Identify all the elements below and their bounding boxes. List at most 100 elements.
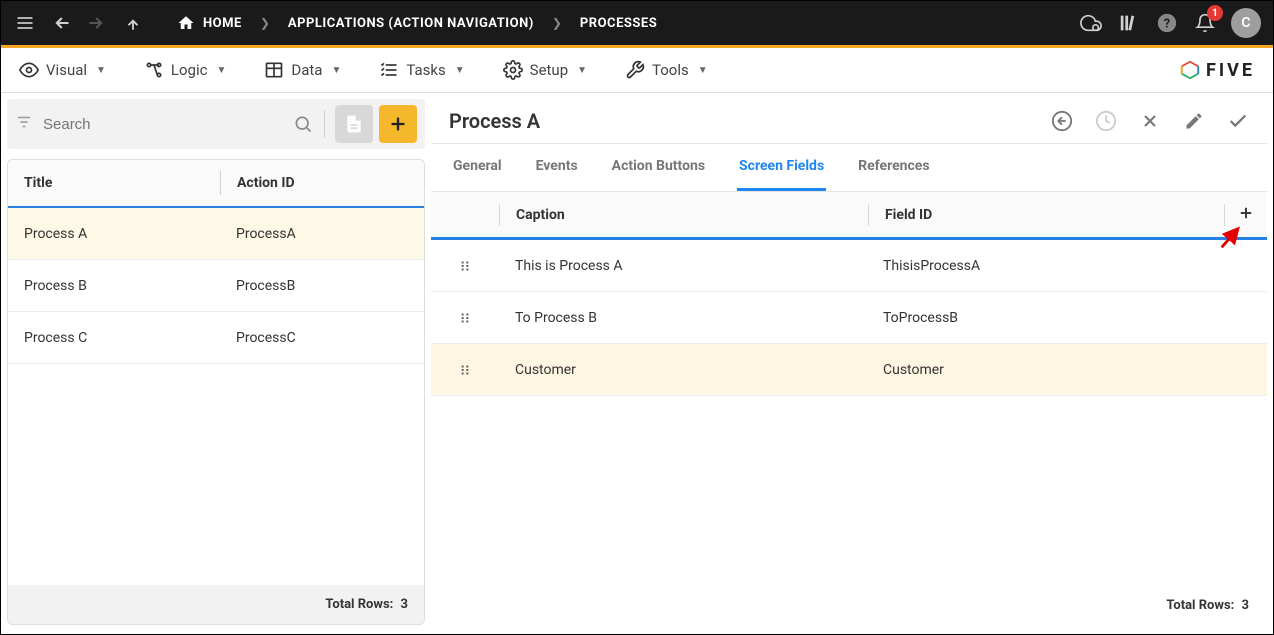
list-footer: Total Rows: 3 <box>8 585 424 624</box>
menu-setup[interactable]: Setup ▼ <box>503 60 587 80</box>
field-row[interactable]: To Process BToProcessB <box>431 292 1267 344</box>
chevron-right-icon: ❯ <box>552 16 562 30</box>
filter-icon[interactable] <box>15 113 33 135</box>
breadcrumb-label: HOME <box>203 16 242 31</box>
gear-icon <box>503 60 523 80</box>
list-header: Title Action ID <box>8 160 424 208</box>
cell-title: Process B <box>8 278 220 294</box>
menu-logic[interactable]: Logic ▼ <box>144 60 226 80</box>
chevron-down-icon: ▼ <box>455 65 465 76</box>
back-icon[interactable] <box>49 11 73 35</box>
tab-events[interactable]: Events <box>534 144 580 191</box>
menu-label: Tasks <box>406 61 445 79</box>
notifications-icon[interactable]: 1 <box>1193 11 1217 35</box>
tab-screen-fields[interactable]: Screen Fields <box>737 144 826 191</box>
chevron-right-icon: ❯ <box>260 16 270 30</box>
cell-field-id: ToProcessB <box>867 310 1267 326</box>
menu-label: Visual <box>46 61 87 79</box>
logo-icon <box>1179 59 1201 81</box>
cell-caption: This is Process A <box>499 258 867 274</box>
table-icon <box>264 60 284 80</box>
chevron-down-icon: ▼ <box>577 65 587 76</box>
search-row <box>7 99 425 149</box>
logic-icon <box>144 60 164 80</box>
hamburger-icon[interactable] <box>13 11 37 35</box>
add-button[interactable] <box>379 105 417 143</box>
avatar[interactable]: C <box>1231 8 1261 38</box>
tab-references[interactable]: References <box>856 144 931 191</box>
menu-label: Tools <box>652 61 689 79</box>
cell-caption: To Process B <box>499 310 867 326</box>
check-icon[interactable] <box>1227 110 1249 132</box>
chevron-down-icon: ▼ <box>331 65 341 76</box>
cell-action-id: ProcessA <box>220 226 424 242</box>
tab-general[interactable]: General <box>451 144 504 191</box>
column-caption[interactable]: Caption <box>500 207 868 223</box>
add-field-button[interactable] <box>1237 203 1255 227</box>
chevron-down-icon: ▼ <box>216 65 226 76</box>
drag-handle-icon[interactable] <box>431 311 499 325</box>
cell-field-id: Customer <box>867 362 1267 378</box>
chevron-down-icon: ▼ <box>698 65 708 76</box>
detail-panel: Process A GeneralEventsAction B <box>431 99 1267 625</box>
menu-label: Data <box>291 61 322 79</box>
breadcrumb-processes[interactable]: PROCESSES <box>580 16 657 31</box>
tab-action-buttons[interactable]: Action Buttons <box>610 144 707 191</box>
menu-label: Logic <box>171 61 208 79</box>
breadcrumb-label: PROCESSES <box>580 16 657 31</box>
drag-handle-icon[interactable] <box>431 363 499 377</box>
eye-icon <box>19 60 39 80</box>
breadcrumb-home[interactable]: HOME <box>177 14 242 32</box>
cell-title: Process A <box>8 226 220 242</box>
list-row[interactable]: Process CProcessC <box>8 312 424 364</box>
search-input[interactable] <box>43 116 288 133</box>
list-panel: Title Action ID Process AProcessAProcess… <box>7 99 425 625</box>
breadcrumb-applications[interactable]: APPLICATIONS (ACTION NAVIGATION) <box>288 16 534 31</box>
tasks-icon <box>379 60 399 80</box>
list-box: Title Action ID Process AProcessAProcess… <box>7 159 425 625</box>
menu-visual[interactable]: Visual ▼ <box>19 60 106 80</box>
list-row[interactable]: Process BProcessB <box>8 260 424 312</box>
svg-text:?: ? <box>1164 17 1170 32</box>
breadcrumb-label: APPLICATIONS (ACTION NAVIGATION) <box>288 16 534 31</box>
document-button[interactable] <box>335 105 373 143</box>
logo: FIVE <box>1179 59 1255 81</box>
cell-action-id: ProcessB <box>220 278 424 294</box>
library-icon[interactable] <box>1117 11 1141 35</box>
edit-icon[interactable] <box>1183 110 1205 132</box>
field-row[interactable]: This is Process AThisisProcessA <box>431 240 1267 292</box>
close-icon[interactable] <box>1139 110 1161 132</box>
menu-label: Setup <box>530 61 568 79</box>
notification-badge: 1 <box>1207 5 1223 21</box>
column-title[interactable]: Title <box>8 175 220 191</box>
list-row[interactable]: Process AProcessA <box>8 208 424 260</box>
drag-handle-icon[interactable] <box>431 259 499 273</box>
cell-action-id: ProcessC <box>220 330 424 346</box>
field-row[interactable]: CustomerCustomer <box>431 344 1267 396</box>
chevron-down-icon: ▼ <box>96 65 106 76</box>
home-icon <box>177 14 195 32</box>
menu-tools[interactable]: Tools ▼ <box>625 60 708 80</box>
forward-icon <box>85 11 109 35</box>
column-action-id[interactable]: Action ID <box>221 175 424 191</box>
cloud-sync-icon[interactable] <box>1079 11 1103 35</box>
plus-icon <box>1237 204 1255 222</box>
help-icon[interactable]: ? <box>1155 11 1179 35</box>
tools-icon <box>625 60 645 80</box>
up-icon[interactable] <box>121 11 145 35</box>
menu-data[interactable]: Data ▼ <box>264 60 341 80</box>
search-icon[interactable] <box>288 109 318 139</box>
detail-title: Process A <box>449 109 540 133</box>
cell-field-id: ThisisProcessA <box>867 258 1267 274</box>
menubar: Visual ▼ Logic ▼ Data ▼ Tasks ▼ Setup ▼ Tools… <box>1 48 1273 93</box>
column-field-id[interactable]: Field ID <box>869 207 1224 223</box>
topbar: HOME ❯ APPLICATIONS (ACTION NAVIGATION) … <box>1 1 1273 48</box>
history-icon <box>1095 110 1117 132</box>
cell-caption: Customer <box>499 362 867 378</box>
menu-tasks[interactable]: Tasks ▼ <box>379 60 464 80</box>
logo-text: FIVE <box>1206 60 1255 81</box>
back-circle-icon[interactable] <box>1051 110 1073 132</box>
field-header: Caption Field ID <box>431 192 1267 240</box>
plus-icon <box>387 113 409 135</box>
avatar-letter: C <box>1241 15 1250 31</box>
